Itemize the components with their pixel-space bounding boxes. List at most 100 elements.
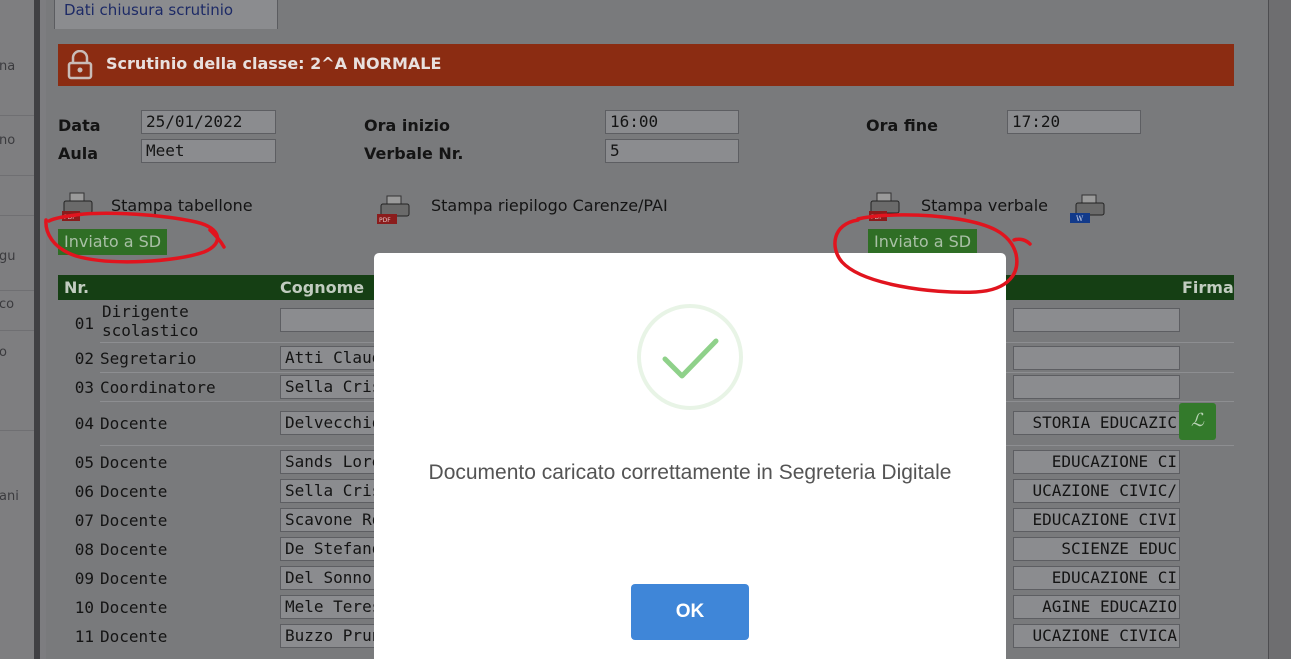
data-field[interactable]: 25/01/2022 xyxy=(141,110,276,134)
row-subject-field[interactable]: EDUCAZIONE CI xyxy=(1013,450,1180,474)
row-role: Dirigente scolastico xyxy=(102,302,198,340)
row-subject-field[interactable]: UCAZIONE CIVIC/ xyxy=(1013,479,1180,503)
row-role: Docente xyxy=(100,511,168,530)
ora-inizio-field[interactable]: 16:00 xyxy=(605,110,739,134)
bg-fragment: ani xyxy=(0,489,19,504)
row-name-field[interactable]: Scavone Rosa xyxy=(280,508,380,532)
bg-fragment: na xyxy=(0,59,16,74)
window-frame-right xyxy=(1268,0,1291,659)
row-name-field[interactable] xyxy=(280,308,380,332)
role-line: scolastico xyxy=(102,321,199,340)
tab-dati-chiusura[interactable]: Dati chiusura scrutinio xyxy=(54,0,278,29)
row-number: 10 xyxy=(74,598,94,617)
tab-label: Dati chiusura scrutinio xyxy=(64,1,234,19)
scrutinio-header: Scrutinio della classe: 2^A NORMALE xyxy=(58,44,1234,86)
pdf-printer-icon[interactable]: PDF xyxy=(60,191,100,223)
row-role: Docente xyxy=(100,540,168,559)
ora-fine-label: Ora fine xyxy=(866,116,938,135)
data-label: Data xyxy=(58,116,101,135)
row-role: Docente xyxy=(100,569,168,588)
subject-text: EDUCAZIONE CI xyxy=(1051,568,1177,587)
subject-text: STORIA EDUCAZIC xyxy=(1032,413,1178,432)
row-name-field[interactable]: Sands Lorena xyxy=(280,450,380,474)
row-number: 03 xyxy=(74,378,94,397)
dialog-message: Documento caricato correttamente in Segr… xyxy=(428,461,952,484)
row-subject-field[interactable] xyxy=(1013,346,1180,370)
subject-text: UCAZIONE CIVIC/ xyxy=(1032,481,1178,500)
row-name-field[interactable]: Atti Claudia xyxy=(280,346,380,370)
sign-button[interactable]: ℒ xyxy=(1179,403,1216,440)
svg-text:PDF: PDF xyxy=(871,214,883,221)
ora-fine-field[interactable]: 17:20 xyxy=(1007,110,1141,134)
svg-text:PDF: PDF xyxy=(64,214,76,221)
row-subject-field[interactable]: SCIENZE EDUC xyxy=(1013,537,1180,561)
verbale-label: Verbale Nr. xyxy=(364,144,464,163)
row-name-field[interactable]: Sella Cristina xyxy=(280,479,380,503)
success-check-icon xyxy=(637,304,743,410)
word-printer-icon[interactable]: W xyxy=(1068,193,1108,225)
row-number: 06 xyxy=(74,482,94,501)
row-subject-field[interactable]: STORIA EDUCAZIC xyxy=(1013,411,1180,435)
signature-icon: ℒ xyxy=(1191,410,1204,431)
row-number: 02 xyxy=(74,349,94,368)
row-role: Docente xyxy=(100,598,168,617)
bg-fragment: co xyxy=(0,297,15,312)
row-subject-field[interactable]: EDUCAZIONE CI xyxy=(1013,566,1180,590)
col-nr: Nr. xyxy=(64,278,90,297)
col-cognome: Cognome xyxy=(280,278,365,297)
row-number: 04 xyxy=(74,414,94,433)
ok-button[interactable]: OK xyxy=(631,584,749,640)
bg-fragment: gu xyxy=(0,249,16,264)
success-dialog: Documento caricato correttamente in Segr… xyxy=(374,253,1006,659)
row-number: 05 xyxy=(74,453,94,472)
row-role: Docente xyxy=(100,414,168,433)
row-number: 01 xyxy=(74,314,94,333)
row-name-field[interactable]: Mele Teresa xyxy=(280,595,380,619)
aula-label: Aula xyxy=(58,144,99,163)
row-role: Segretario xyxy=(100,349,197,368)
header-title: Scrutinio della classe: 2^A NORMALE xyxy=(106,54,442,73)
row-subject-field[interactable]: AGINE EDUCAZIO xyxy=(1013,595,1180,619)
sent-badge-tabellone: Inviato a SD xyxy=(58,229,168,255)
print-verbale-link[interactable]: Stampa verbale xyxy=(921,196,1048,215)
subject-text: SCIENZE EDUC xyxy=(1061,539,1177,558)
row-number: 08 xyxy=(74,540,94,559)
sent-badge-verbale: Inviato a SD xyxy=(868,229,978,255)
role-line: Dirigente xyxy=(102,302,189,321)
row-number: 11 xyxy=(74,627,94,646)
pdf-printer-icon[interactable]: PDF xyxy=(377,194,417,226)
row-name-field[interactable]: Delvecchio xyxy=(280,411,380,435)
row-role: Docente xyxy=(100,453,168,472)
row-subject-field[interactable]: EDUCAZIONE CIVI xyxy=(1013,508,1180,532)
subject-text: EDUCAZIONE CIVI xyxy=(1032,510,1178,529)
bg-row xyxy=(0,175,34,216)
subject-text: AGINE EDUCAZIO xyxy=(1042,597,1177,616)
print-tabellone-link[interactable]: Stampa tabellone xyxy=(111,196,253,215)
print-carenze-link[interactable]: Stampa riepilogo Carenze/PAI xyxy=(431,196,668,215)
verbale-field[interactable]: 5 xyxy=(605,139,739,163)
row-number: 07 xyxy=(74,511,94,530)
row-name-field[interactable]: De Stefano xyxy=(280,537,380,561)
row-name-field[interactable]: Sella Cristina xyxy=(280,375,380,399)
row-name-field[interactable]: Del Sonno xyxy=(280,566,380,590)
row-subject-field[interactable]: UCAZIONE CIVICA xyxy=(1013,624,1180,648)
subject-text: UCAZIONE CIVICA xyxy=(1032,626,1178,645)
pdf-printer-icon[interactable]: PDF xyxy=(867,191,907,223)
row-role: Docente xyxy=(100,627,168,646)
row-subject-field[interactable] xyxy=(1013,308,1180,332)
row-subject-field[interactable] xyxy=(1013,375,1180,399)
row-name-field[interactable]: Buzzo Pruner xyxy=(280,624,380,648)
bg-fragment: no xyxy=(0,133,16,148)
row-role: Coordinatore xyxy=(100,378,216,397)
bg-row xyxy=(0,0,34,116)
aula-field[interactable]: Meet xyxy=(141,139,276,163)
lock-icon xyxy=(67,50,93,80)
subject-text: EDUCAZIONE CI xyxy=(1051,452,1177,471)
row-number: 09 xyxy=(74,569,94,588)
col-firma: Firma xyxy=(1182,278,1234,297)
row-role: Docente xyxy=(100,482,168,501)
svg-text:PDF: PDF xyxy=(379,217,391,224)
ora-inizio-label: Ora inizio xyxy=(364,116,451,135)
bg-fragment: o xyxy=(0,345,7,360)
background-page-left: na no gu co o ani xyxy=(0,0,34,659)
